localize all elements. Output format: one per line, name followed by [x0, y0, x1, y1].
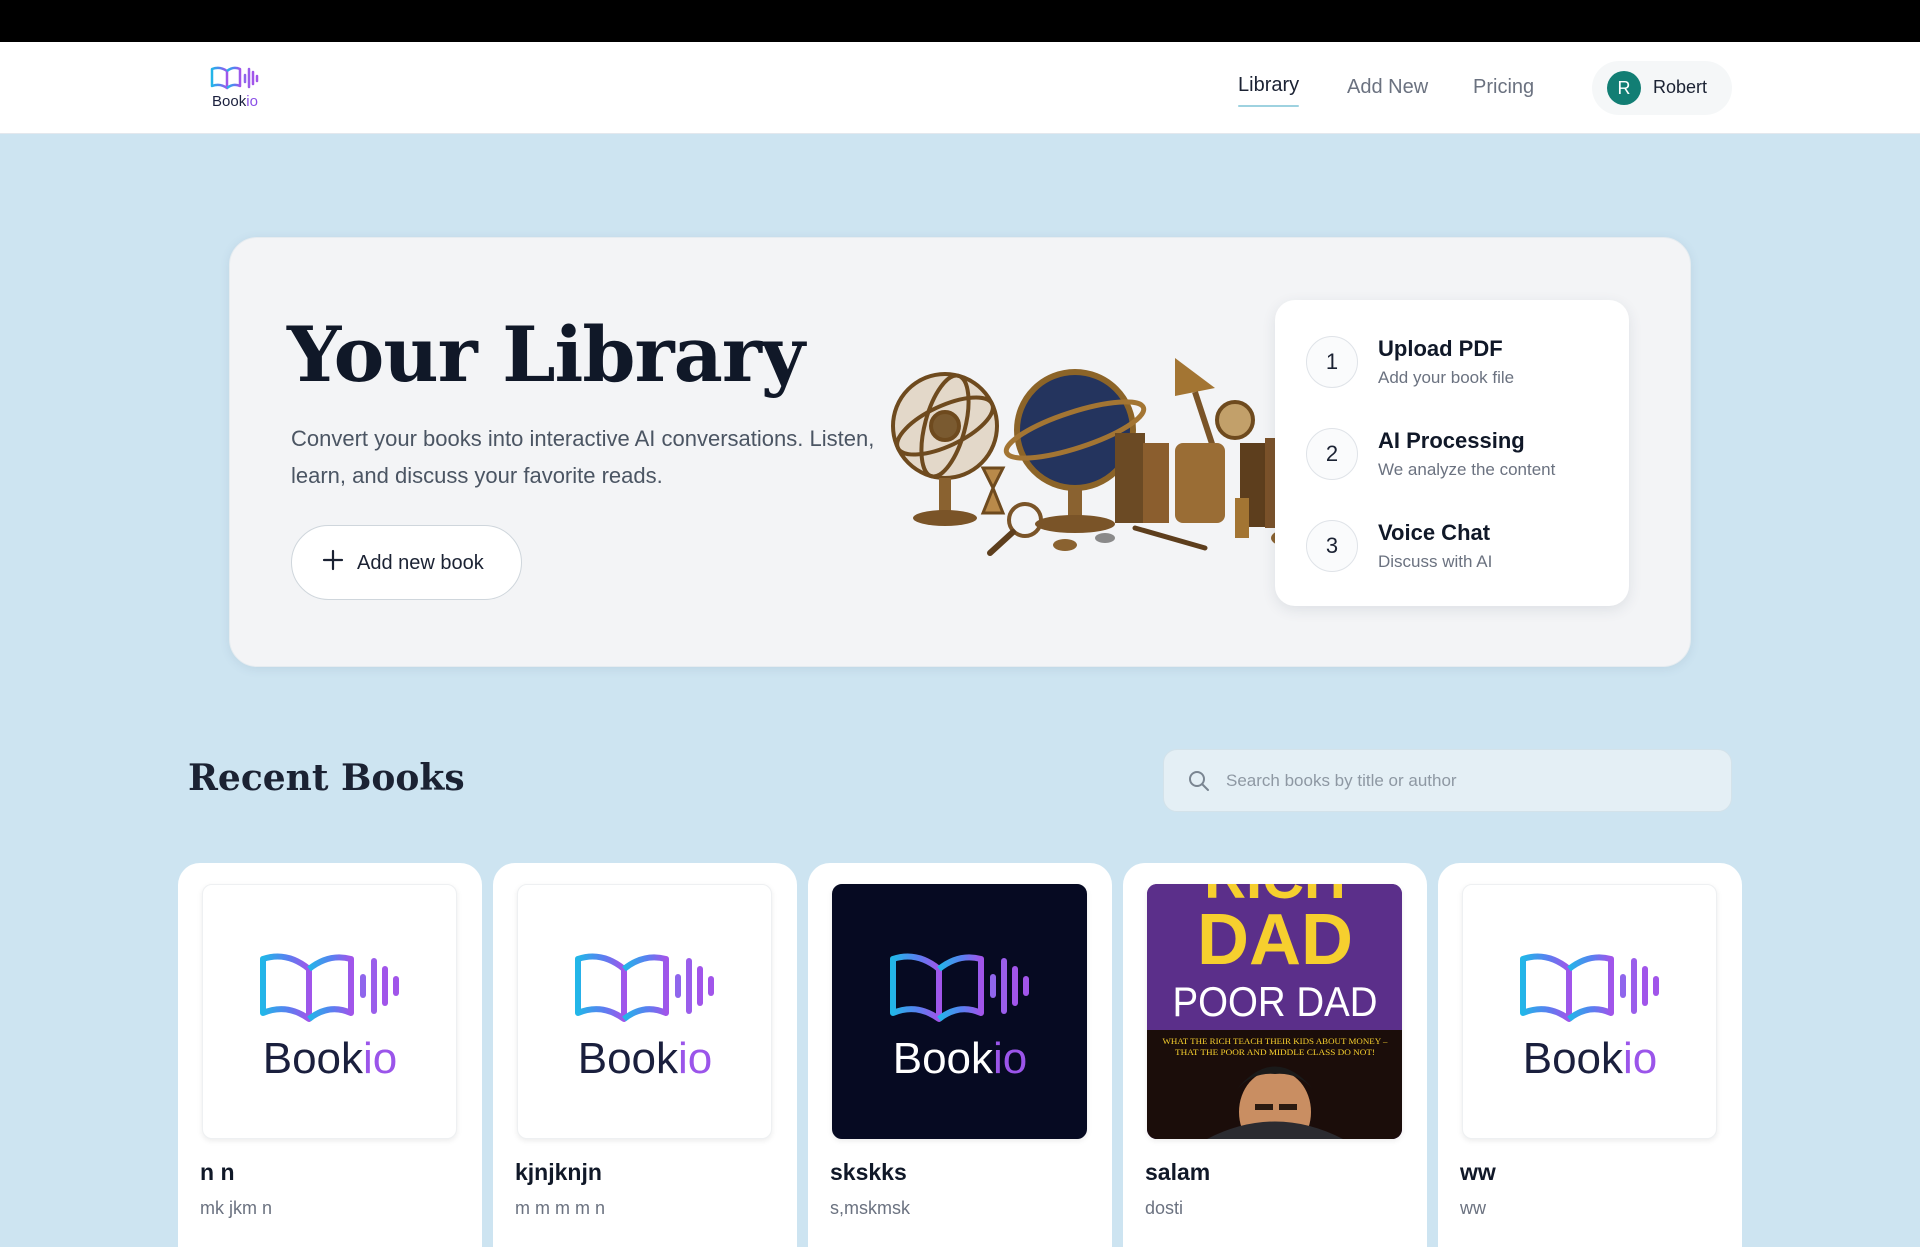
book-cover-rich-dad-poor-dad: RICH DAD POOR DAD WHAT THE RICH TEACH TH…: [1147, 884, 1402, 1139]
book-cover: Bookio: [202, 884, 457, 1139]
nav-link-add-new[interactable]: Add New: [1347, 76, 1428, 99]
bookio-logo-icon: Bookio: [1520, 953, 1659, 1081]
app-logo[interactable]: Bookio: [205, 64, 265, 114]
search-icon: [1189, 771, 1209, 791]
book-card[interactable]: Bookio kjnjknjn m m m m n: [493, 863, 797, 1247]
cover-tagline-1: WHAT THE RICH TEACH THEIR KIDS ABOUT MON…: [1163, 1037, 1389, 1046]
cover-title-line3: POOR DAD: [1173, 978, 1378, 1025]
book-author: dosti: [1145, 1198, 1184, 1218]
book-card[interactable]: RICH DAD POOR DAD WHAT THE RICH TEACH TH…: [1123, 863, 1427, 1247]
hero-description: Convert your books into interactive AI c…: [291, 426, 875, 488]
step-number: 1: [1306, 336, 1358, 388]
book-search-box[interactable]: [1163, 749, 1732, 812]
book-cover: Bookio: [517, 884, 772, 1139]
how-it-works-steps: 1 Upload PDF Add your book file 2 AI Pro…: [1275, 300, 1629, 606]
book-title: skskks: [830, 1159, 907, 1185]
book-author: mk jkm n: [200, 1198, 272, 1218]
add-new-book-button[interactable]: Add new book: [291, 525, 522, 600]
plus-icon: [322, 549, 344, 571]
nav-link-label: Pricing: [1473, 76, 1535, 98]
bookio-logo-icon: Bookio: [575, 953, 714, 1081]
book-title: kjnjknjn: [515, 1159, 602, 1185]
user-menu-button[interactable]: R Robert: [1592, 61, 1732, 115]
nav-link-label: Add New: [1347, 76, 1429, 98]
book-title: salam: [1145, 1159, 1211, 1185]
book-author: m m m m n: [515, 1198, 605, 1218]
step-voice-chat: 3 Voice Chat Discuss with AI: [1306, 520, 1626, 580]
step-ai-processing: 2 AI Processing We analyze the content: [1306, 428, 1626, 488]
svg-text:Bookio: Bookio: [578, 1034, 713, 1081]
step-title: AI Processing: [1378, 428, 1525, 453]
book-card[interactable]: Bookio skskks s,mskmsk: [808, 863, 1112, 1247]
svg-text:Bookio: Bookio: [263, 1034, 398, 1081]
step-subtitle: Add your book file: [1378, 368, 1515, 387]
window-top-bar: [0, 0, 1920, 42]
avatar: R: [1607, 71, 1641, 105]
svg-text:Bookio: Bookio: [893, 1034, 1028, 1081]
step-number: 2: [1306, 428, 1358, 480]
search-input[interactable]: [1226, 750, 1716, 811]
cover-title-line2: DAD: [1197, 900, 1353, 980]
bookio-logo-icon: Bookio: [890, 953, 1029, 1081]
library-hero-card: Your Library Convert your books into int…: [229, 237, 1691, 667]
page-title: Your Library: [287, 310, 805, 399]
step-subtitle: We analyze the content: [1378, 460, 1556, 479]
nav-link-library[interactable]: Library: [1238, 74, 1300, 107]
cover-tagline-2: THAT THE POOR AND MIDDLE CLASS DO NOT!: [1175, 1048, 1375, 1057]
book-card[interactable]: Bookio n n mk jkm n: [178, 863, 482, 1247]
step-title: Upload PDF: [1378, 336, 1503, 361]
user-name: Robert: [1653, 77, 1708, 97]
add-new-book-label: Add new book: [357, 552, 484, 574]
book-title: ww: [1460, 1159, 1496, 1185]
nav-link-pricing[interactable]: Pricing: [1473, 76, 1534, 99]
active-tab-indicator: [1238, 105, 1300, 107]
book-cover: Bookio: [1462, 884, 1717, 1139]
logo-wordmark: Bookio: [212, 93, 258, 110]
step-title: Voice Chat: [1378, 520, 1491, 545]
rich-dad-poor-dad-cover-art: RICH DAD POOR DAD WHAT THE RICH TEACH TH…: [1147, 884, 1402, 1139]
book-logo-icon: [210, 66, 259, 90]
book-author: s,mskmsk: [830, 1198, 910, 1218]
nav-link-label: Library: [1238, 74, 1300, 96]
book-card[interactable]: Bookio ww ww: [1438, 863, 1742, 1247]
recent-books-heading: Recent Books: [188, 757, 465, 799]
navbar: Bookio Library Add New Pricing R Robert: [0, 42, 1920, 134]
book-author: ww: [1460, 1198, 1486, 1218]
book-title: n n: [200, 1159, 235, 1185]
step-number: 3: [1306, 520, 1358, 572]
bookio-logo-icon: Bookio: [260, 953, 399, 1081]
step-upload-pdf: 1 Upload PDF Add your book file: [1306, 336, 1626, 396]
svg-text:Bookio: Bookio: [1523, 1034, 1658, 1081]
step-subtitle: Discuss with AI: [1378, 552, 1493, 571]
book-cover: Bookio: [832, 884, 1087, 1139]
